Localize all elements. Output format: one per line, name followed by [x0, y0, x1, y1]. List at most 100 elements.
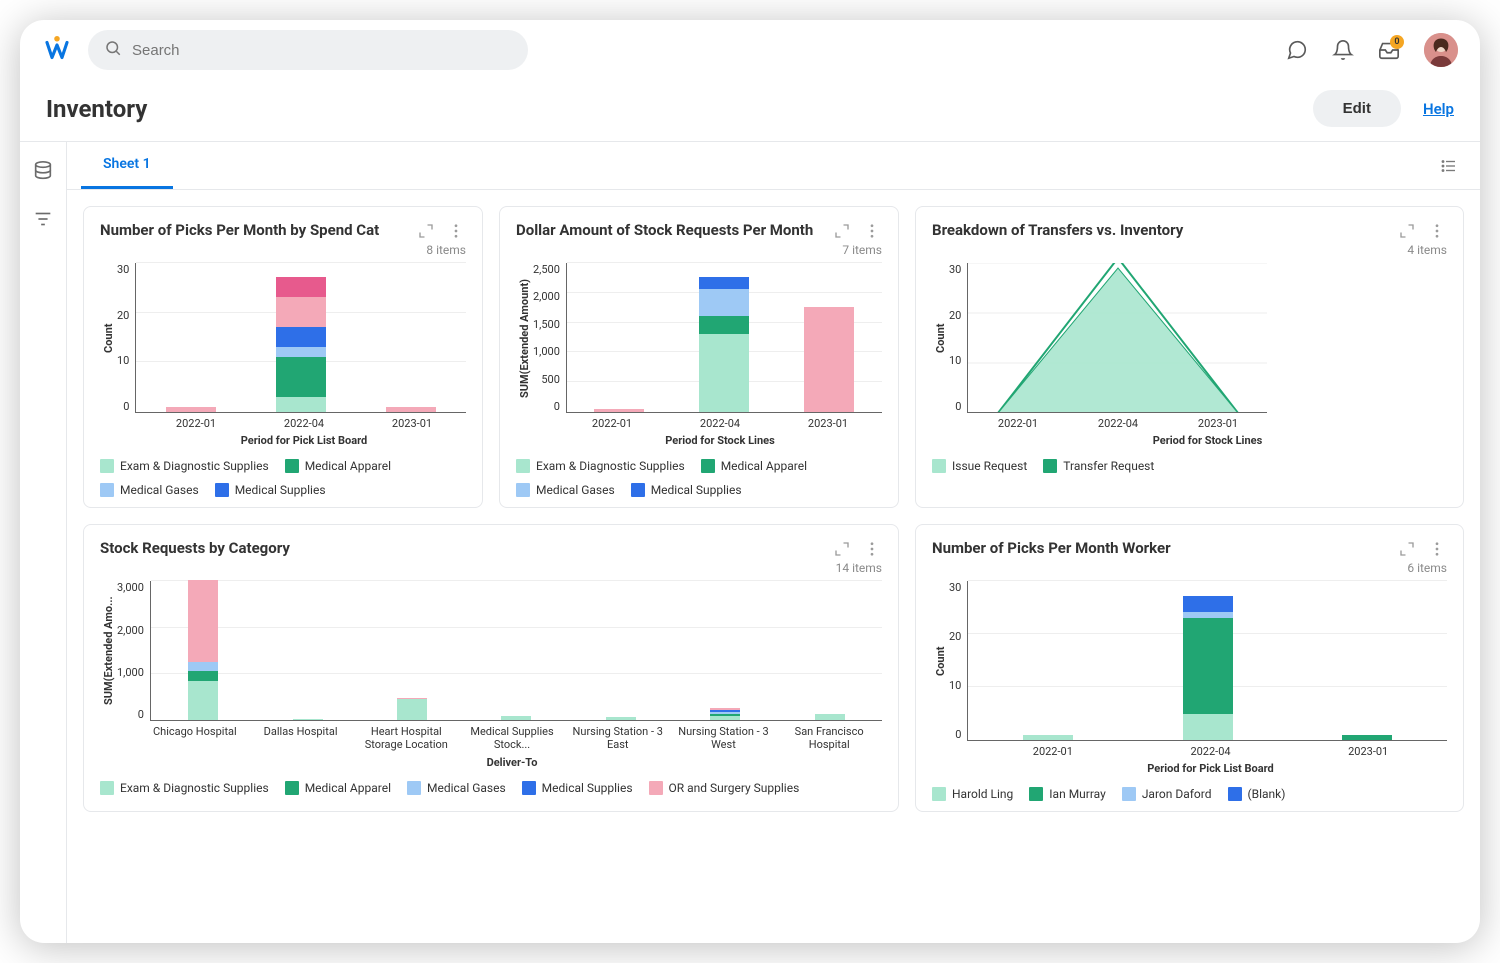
bar[interactable]: [386, 407, 436, 412]
more-icon[interactable]: [862, 539, 882, 559]
expand-icon[interactable]: [832, 221, 852, 241]
bar[interactable]: [710, 708, 740, 720]
legend-item: Medical Apparel: [701, 459, 807, 473]
x-tick: 2023-01: [358, 417, 466, 430]
bar[interactable]: [293, 719, 323, 720]
items-count: 6 items: [932, 561, 1447, 575]
x-tick: Chicago Hospital: [142, 725, 248, 751]
legend-item: Medical Apparel: [285, 781, 391, 795]
y-axis-title: Count: [100, 263, 117, 413]
legend-item: Medical Apparel: [285, 459, 391, 473]
x-tick: 2022-04: [250, 417, 358, 430]
legend-item: Issue Request: [932, 459, 1027, 473]
card-title: Number of Picks Per Month by Spend Cat: [100, 221, 416, 239]
x-tick: 2022-01: [974, 745, 1132, 758]
database-icon[interactable]: [32, 160, 54, 182]
x-tick: 2023-01: [1289, 745, 1447, 758]
bar[interactable]: [1183, 596, 1233, 740]
filter-icon[interactable]: [32, 208, 54, 230]
search-icon: [104, 39, 122, 61]
items-count: 8 items: [100, 243, 466, 257]
x-axis-title: Period for Pick List Board: [974, 762, 1447, 775]
content: Sheet 1 Number of Picks Per Month by Spe…: [66, 142, 1480, 943]
card-title: Breakdown of Transfers vs. Inventory: [932, 221, 1397, 239]
more-icon[interactable]: [446, 221, 466, 241]
card-title: Number of Picks Per Month Worker: [932, 539, 1397, 557]
search-box[interactable]: [88, 30, 528, 70]
card-title: Dollar Amount of Stock Requests Per Mont…: [516, 221, 832, 239]
app-logo: [42, 35, 72, 65]
legend-item: Exam & Diagnostic Supplies: [100, 459, 269, 473]
bar[interactable]: [188, 580, 218, 720]
bar[interactable]: [397, 698, 427, 720]
y-axis-title: Count: [932, 581, 949, 741]
bar[interactable]: [804, 307, 854, 412]
edit-button[interactable]: Edit: [1313, 90, 1401, 127]
y-axis-title: Count: [932, 263, 949, 413]
x-tick: 2022-01: [968, 417, 1068, 430]
legend: Issue RequestTransfer Request: [932, 459, 1447, 473]
bar[interactable]: [1023, 735, 1073, 740]
user-avatar[interactable]: [1424, 33, 1458, 67]
expand-icon[interactable]: [832, 539, 852, 559]
legend-item: Medical Supplies: [522, 781, 633, 795]
inbox-count-badge: 0: [1390, 35, 1404, 49]
legend-item: Medical Gases: [516, 483, 615, 497]
tab-sheet1[interactable]: Sheet 1: [81, 142, 173, 189]
more-icon[interactable]: [862, 221, 882, 241]
legend-item: OR and Surgery Supplies: [649, 781, 800, 795]
expand-icon[interactable]: [1397, 539, 1417, 559]
topbar: 0: [20, 20, 1480, 80]
legend-item: Medical Supplies: [215, 483, 326, 497]
dashboard-grid: Number of Picks Per Month by Spend Cat 8 …: [67, 190, 1480, 943]
bar[interactable]: [166, 407, 216, 412]
bar[interactable]: [1342, 735, 1392, 740]
card-picks_by_worker: Number of Picks Per Month Worker 6 items C…: [915, 524, 1464, 812]
x-tick: 2022-01: [142, 417, 250, 430]
x-tick: 2023-01: [774, 417, 882, 430]
y-axis-title: SUM(Extended Amo...: [100, 581, 117, 721]
x-tick: 2022-04: [1132, 745, 1290, 758]
side-rail: [20, 142, 66, 943]
legend-item: Exam & Diagnostic Supplies: [516, 459, 685, 473]
bar[interactable]: [501, 716, 531, 720]
bell-icon[interactable]: [1332, 39, 1354, 61]
bar[interactable]: [606, 717, 636, 720]
legend-item: Jaron Daford: [1122, 787, 1212, 801]
x-axis-title: Period for Pick List Board: [142, 434, 466, 447]
legend-item: (Blank): [1228, 787, 1286, 801]
more-icon[interactable]: [1427, 539, 1447, 559]
x-tick: Medical Supplies Stock...: [459, 725, 565, 751]
inbox-icon[interactable]: 0: [1378, 39, 1400, 61]
expand-icon[interactable]: [416, 221, 436, 241]
items-count: 7 items: [516, 243, 882, 257]
items-count: 14 items: [100, 561, 882, 575]
legend-item: Harold Ling: [932, 787, 1013, 801]
bar[interactable]: [594, 409, 644, 412]
legend: Exam & Diagnostic Supplies Medical Appare…: [100, 781, 882, 795]
bar[interactable]: [699, 277, 749, 412]
legend-item: Exam & Diagnostic Supplies: [100, 781, 269, 795]
titlebar: Inventory Edit Help: [20, 80, 1480, 142]
list-view-icon[interactable]: [1432, 149, 1466, 183]
chat-icon[interactable]: [1286, 39, 1308, 61]
main: Sheet 1 Number of Picks Per Month by Spe…: [20, 142, 1480, 943]
more-icon[interactable]: [1427, 221, 1447, 241]
legend-item: Ian Murray: [1029, 787, 1106, 801]
legend: Exam & Diagnostic Supplies Medical Appare…: [100, 459, 466, 497]
legend: Harold Ling Ian Murray Jaron Daford (Blank): [932, 787, 1447, 801]
card-dollar_amount: Dollar Amount of Stock Requests Per Mont…: [499, 206, 899, 508]
bar[interactable]: [276, 277, 326, 412]
tabs: Sheet 1: [67, 142, 1480, 190]
help-link[interactable]: Help: [1423, 100, 1454, 118]
legend: Exam & Diagnostic Supplies Medical Appare…: [516, 459, 882, 497]
search-input[interactable]: [132, 42, 512, 59]
x-axis-title: Deliver-To: [142, 756, 882, 769]
x-axis-title: Period for Stock Lines: [968, 434, 1447, 447]
card-picks_by_spend: Number of Picks Per Month by Spend Cat 8 …: [83, 206, 483, 508]
x-tick: 2022-01: [558, 417, 666, 430]
legend-item: Medical Gases: [407, 781, 506, 795]
bar[interactable]: [815, 714, 845, 720]
expand-icon[interactable]: [1397, 221, 1417, 241]
card-title: Stock Requests by Category: [100, 539, 832, 557]
